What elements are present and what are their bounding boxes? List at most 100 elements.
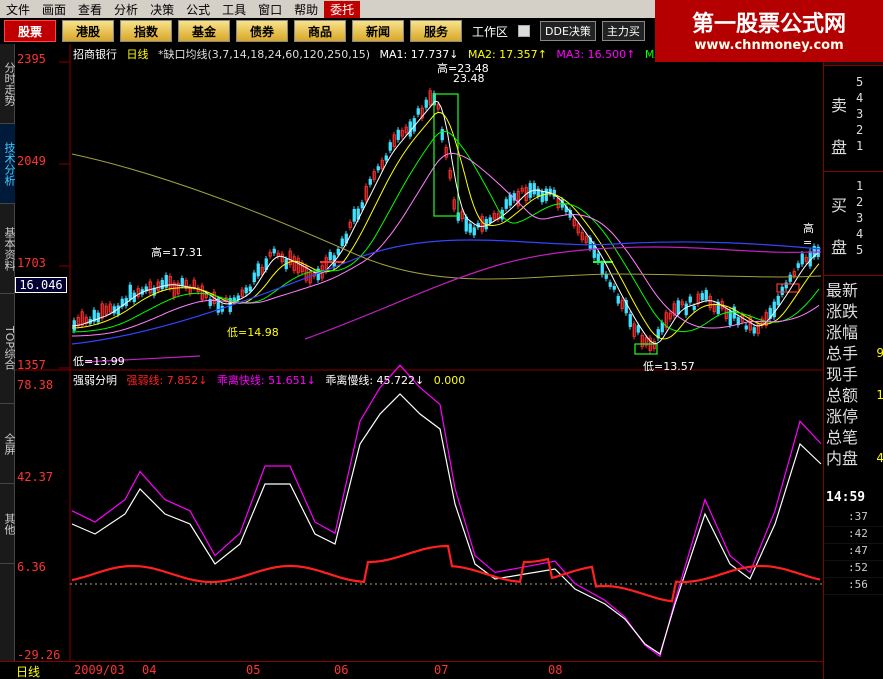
candle-body — [532, 183, 536, 195]
last-tick-time: 14:59 — [826, 490, 866, 505]
candle-body — [360, 202, 364, 209]
menu-analysis[interactable]: 分析 — [108, 1, 144, 18]
stat-label: 内盘 — [826, 449, 859, 468]
candle-body — [128, 284, 132, 300]
stat-row: 现手 — [824, 364, 883, 385]
candle-body — [272, 248, 276, 254]
hk-stock-button[interactable]: 港股 — [62, 20, 114, 42]
stat-label: 总笔 — [826, 428, 859, 447]
candle-body — [180, 278, 184, 286]
candle-body — [528, 183, 532, 198]
stock-button[interactable]: 股票 — [4, 20, 56, 42]
high-annotation: 23.48 — [453, 72, 485, 85]
buy-label: 盘 — [830, 238, 847, 257]
candle-body — [468, 223, 472, 233]
candle-body — [248, 286, 252, 292]
strength-line-value: 强弱线: 7.852 — [126, 374, 199, 387]
candle-body — [244, 287, 248, 294]
price-tick: 2049 — [17, 154, 46, 168]
tab-intraday[interactable]: 分时走势 — [0, 44, 16, 124]
candle-body — [368, 178, 372, 185]
candle-body — [628, 314, 632, 328]
banner-title: 第一股票公式网 — [691, 12, 846, 37]
stat-label: 涨跌 — [826, 302, 859, 321]
service-button[interactable]: 服务 — [410, 20, 462, 42]
sell-levels: 5 4 3 2 1 — [856, 74, 863, 154]
candle-body — [744, 325, 748, 330]
menu-window[interactable]: 窗口 — [252, 1, 288, 18]
menu-decision[interactable]: 决策 — [144, 1, 180, 18]
tick-row: :47 — [824, 544, 883, 561]
candle-body — [256, 263, 260, 277]
menu-tools[interactable]: 工具 — [216, 1, 252, 18]
chart-area[interactable]: 招商银行 日线 *缺口均线(3,7,14,18,24,60,120,250,15… — [15, 44, 823, 662]
buy-level: 3 — [856, 211, 864, 225]
candle-body — [608, 282, 612, 287]
workspace-checkbox[interactable] — [518, 25, 531, 37]
tab-top[interactable]: TOP综合 — [0, 294, 16, 404]
news-button[interactable]: 新闻 — [352, 20, 404, 42]
indicator-name: *缺口均线(3,7,14,18,24,60,120,250,15) — [158, 48, 371, 61]
stat-label: 总额 — [826, 386, 859, 405]
strength-line-arrow: ↓ — [198, 374, 208, 387]
stat-label: 最新 — [826, 281, 859, 300]
main-flow-button[interactable]: 主力买 — [601, 21, 645, 41]
price-tick: 2395 — [17, 52, 46, 66]
quote-panel: 600036 卖 盘 5 4 3 2 1 买 盘 1 2 3 4 5 最新 涨跌… — [823, 44, 883, 679]
candle-body — [540, 191, 544, 203]
menu-help[interactable]: 帮助 — [288, 1, 324, 18]
fast-line — [71, 364, 822, 658]
index-button[interactable]: 指数 — [120, 20, 172, 42]
chart-canvas[interactable] — [15, 44, 823, 661]
candle-body — [388, 142, 392, 151]
high-annotation: 高= — [803, 222, 814, 249]
ma2-arrow: ↑ — [537, 48, 547, 61]
candle-body — [352, 208, 356, 222]
tick-row: :56 — [824, 578, 883, 595]
tab-technical[interactable]: 技术分析 — [0, 124, 16, 204]
bond-button[interactable]: 债券 — [236, 20, 288, 42]
candle-body — [384, 155, 388, 161]
date-label: 06 — [334, 663, 349, 677]
candle-body — [252, 272, 256, 283]
tab-fullscreen[interactable]: 全屏 — [0, 404, 16, 484]
commodity-button[interactable]: 商品 — [294, 20, 346, 42]
candle-body — [780, 286, 784, 295]
candle-body — [424, 99, 428, 108]
candle-body — [752, 327, 756, 334]
candle-body — [340, 238, 344, 247]
candle-body — [600, 262, 604, 275]
fund-button[interactable]: 基金 — [178, 20, 230, 42]
indicator-tick: -29.26 — [17, 648, 61, 662]
tab-fundamentals[interactable]: 基本资料 — [0, 204, 16, 294]
banner-url: www.chnmoney.com — [694, 38, 844, 53]
tab-other[interactable]: 其他 — [0, 484, 16, 564]
menu-formula[interactable]: 公式 — [180, 1, 216, 18]
candle-body — [96, 312, 100, 323]
candle-body — [236, 295, 240, 301]
ma-line — [304, 246, 822, 340]
price-legend: 招商银行 日线 *缺口均线(3,7,14,18,24,60,120,250,15… — [73, 46, 689, 62]
candle-body — [440, 129, 444, 141]
stat-row: 总手 9 — [824, 343, 883, 364]
workspace-label[interactable]: 工作区 — [468, 23, 512, 40]
menu-file[interactable]: 文件 — [0, 1, 36, 18]
left-tab-bar: 分时走势 技术分析 基本资料 TOP综合 全屏 其他 — [0, 44, 16, 661]
candle-body — [328, 252, 332, 261]
menu-view[interactable]: 画面 — [36, 1, 72, 18]
candle-body — [692, 306, 696, 310]
candle-body — [416, 108, 420, 115]
period-selector[interactable]: 日线 — [16, 663, 40, 679]
menu-order[interactable]: 委托 — [324, 0, 361, 18]
candle-body — [408, 121, 412, 137]
sell-label: 卖 — [830, 96, 847, 115]
stat-label: 涨幅 — [826, 323, 859, 342]
low-annotation: 低=13.99 — [73, 355, 125, 368]
strength-line — [71, 544, 821, 603]
sell-level: 2 — [856, 123, 864, 137]
sell-block: 卖 盘 5 4 3 2 1 — [824, 68, 883, 172]
menu-check[interactable]: 查看 — [72, 1, 108, 18]
dde-button[interactable]: DDE决策 — [540, 21, 596, 41]
zero-line-value: 0.000 — [433, 374, 466, 387]
buy-level: 2 — [856, 195, 864, 209]
